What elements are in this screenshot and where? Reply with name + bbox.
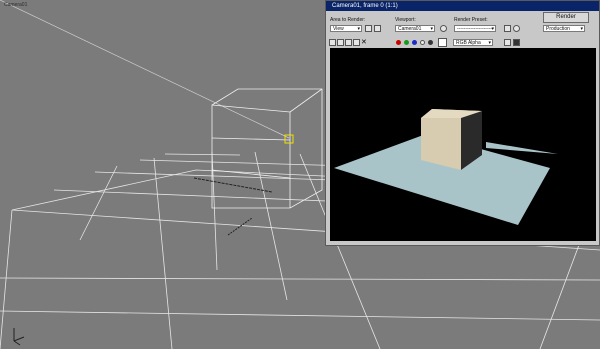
world-axis-icon	[13, 328, 25, 346]
render-preset-label: Render Preset:	[454, 17, 488, 23]
color-swatch[interactable]	[438, 38, 447, 47]
blue-channel-icon[interactable]	[412, 40, 417, 45]
alpha-channel-icon[interactable]	[420, 40, 425, 45]
rendered-image	[330, 48, 596, 241]
red-channel-icon[interactable]	[396, 40, 401, 45]
print-icon[interactable]	[353, 39, 360, 46]
viewport-select[interactable]: Camera01 ▾	[395, 25, 435, 32]
camera-target-line	[0, 0, 290, 139]
axis-line	[193, 177, 273, 193]
shadow-edge-plane	[486, 142, 558, 154]
area-to-render-value: View	[333, 26, 344, 32]
monochrome-icon[interactable]	[428, 40, 433, 45]
viewport-field-label: Viewport:	[395, 17, 416, 23]
display-icon[interactable]	[513, 39, 520, 46]
lock-viewport-icon[interactable]	[440, 25, 447, 32]
axis-line-2	[227, 217, 253, 236]
window-title[interactable]: Camera01, frame 0 (1:1)	[326, 1, 599, 11]
box-object[interactable]	[211, 88, 323, 209]
save-image-icon[interactable]	[329, 39, 336, 46]
copy-image-icon[interactable]	[337, 39, 344, 46]
channel-select[interactable]: RGB Alpha ▾	[453, 39, 493, 46]
clear-icon[interactable]: ✕	[361, 39, 368, 46]
chevron-down-icon: ▾	[580, 26, 583, 32]
render-preset-value: ----------------------	[457, 26, 494, 32]
chevron-down-icon: ▾	[430, 26, 433, 32]
chevron-down-icon: ▾	[357, 26, 360, 32]
render-button[interactable]: Render	[543, 12, 589, 23]
auto-region-icon[interactable]	[374, 25, 381, 32]
environment-icon[interactable]	[513, 25, 520, 32]
green-channel-icon[interactable]	[404, 40, 409, 45]
chevron-down-icon: ▾	[491, 26, 494, 32]
chevron-down-icon: ▾	[488, 40, 491, 46]
area-to-render-select[interactable]: View ▾	[330, 25, 362, 32]
rendered-scene	[334, 109, 558, 225]
selected-object-marker[interactable]	[284, 134, 294, 144]
viewport-value: Camera01	[398, 26, 422, 32]
clone-window-icon[interactable]	[345, 39, 352, 46]
production-value: Production	[546, 26, 570, 32]
viewport-label[interactable]: Camera01	[4, 2, 27, 8]
production-select[interactable]: Production ▾	[543, 25, 585, 32]
channel-value: RGB Alpha	[456, 40, 481, 46]
toggle-ui-icon[interactable]	[504, 39, 511, 46]
render-preset-select[interactable]: ---------------------- ▾	[454, 25, 496, 32]
render-setup-icon[interactable]	[504, 25, 511, 32]
edit-region-icon[interactable]	[365, 25, 372, 32]
area-to-render-label: Area to Render:	[330, 17, 366, 23]
rendered-frame-window[interactable]: Camera01, frame 0 (1:1) Area to Render: …	[325, 0, 600, 246]
